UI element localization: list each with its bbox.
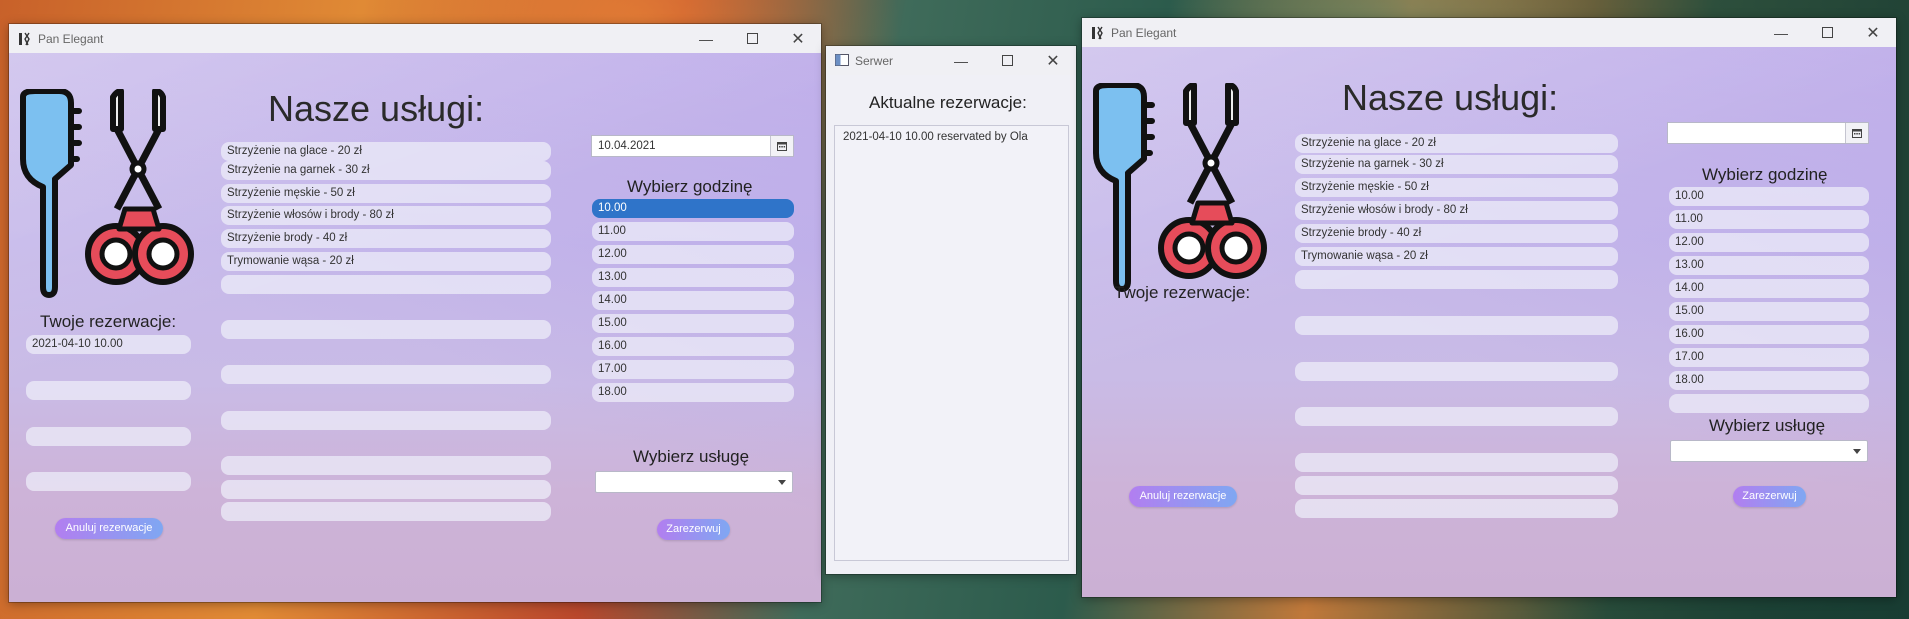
reservation-item-empty[interactable] <box>26 427 191 446</box>
hour-item-empty[interactable] <box>1669 394 1869 413</box>
comb-and-scissors-illustration <box>20 89 194 298</box>
service-item[interactable]: Trymowanie wąsa - 20 zł <box>221 252 551 271</box>
service-item[interactable]: Strzyżenie włosów i brody - 80 zł <box>1295 201 1618 220</box>
reservation-item[interactable]: 2021-04-10 10.00 <box>26 335 191 354</box>
hour-item[interactable]: 18.00 <box>1669 371 1869 390</box>
choose-service-label: Wybierz usługę <box>633 447 750 466</box>
window-app-icon <box>835 53 849 68</box>
service-item-empty[interactable] <box>1295 407 1618 426</box>
server-heading: Aktualne rezerwacje: <box>869 93 1027 112</box>
hour-item[interactable]: 15.00 <box>592 314 794 333</box>
service-item[interactable]: Strzyżenie na garnek - 30 zł <box>221 161 551 180</box>
reservations-label: Twoje rezerwacje: <box>1114 283 1251 302</box>
server-window: Serwer — ✕ Aktualne rezerwacje: 2021-04-… <box>826 46 1076 574</box>
service-item[interactable]: Strzyżenie brody - 40 zł <box>1295 224 1618 243</box>
chevron-down-icon <box>778 480 786 485</box>
cancel-reservation-button[interactable]: Anuluj rezerwacje <box>55 518 163 539</box>
service-item-empty[interactable] <box>1295 476 1618 495</box>
hour-item[interactable]: 14.00 <box>1669 279 1869 298</box>
server-client-area: Aktualne rezerwacje: 2021-04-10 10.00 re… <box>826 75 1076 574</box>
hour-item[interactable]: 14.00 <box>592 291 794 310</box>
hour-item[interactable]: 15.00 <box>1669 302 1869 321</box>
service-item[interactable]: Strzyżenie brody - 40 zł <box>221 229 551 248</box>
hour-item[interactable]: 17.00 <box>1669 348 1869 367</box>
choose-hour-label: Wybierz godzinę <box>627 177 753 196</box>
service-item-empty[interactable] <box>1295 316 1618 335</box>
hour-item[interactable]: 16.00 <box>1669 325 1869 344</box>
hour-item-selected[interactable]: 10.00 <box>592 199 794 218</box>
service-item[interactable]: Strzyżenie na garnek - 30 zł <box>1295 155 1618 174</box>
comb-and-scissors-illustration <box>1093 83 1267 292</box>
maximize-icon[interactable] <box>1804 18 1850 47</box>
hour-item[interactable]: 10.00 <box>1669 187 1869 206</box>
service-item-empty[interactable] <box>221 365 551 384</box>
scissors-comb-icon <box>18 32 32 46</box>
cancel-reservation-button[interactable]: Anuluj rezerwacje <box>1129 486 1237 507</box>
hour-item[interactable]: 13.00 <box>1669 256 1869 275</box>
reservation-item-empty[interactable] <box>26 472 191 491</box>
services-heading: Nasze usługi: <box>268 88 485 129</box>
close-icon[interactable]: ✕ <box>1030 46 1076 75</box>
reserve-button[interactable]: Zarezerwuj <box>657 519 730 540</box>
titlebar[interactable]: Pan Elegant — ✕ <box>9 24 821 53</box>
calendar-icon[interactable] <box>1845 123 1868 143</box>
window-title: Serwer <box>855 53 894 68</box>
service-item[interactable]: Strzyżenie włosów i brody - 80 zł <box>221 206 551 225</box>
titlebar[interactable]: Pan Elegant — ✕ <box>1082 18 1896 47</box>
minimize-icon[interactable]: — <box>1758 18 1804 47</box>
close-icon[interactable]: ✕ <box>775 24 821 53</box>
hour-item[interactable]: 17.00 <box>592 360 794 379</box>
service-item-empty[interactable] <box>221 456 551 475</box>
client-area: Nasze usługi: Strzyżenie na glace - 20 z… <box>1082 47 1896 597</box>
client-window-left: Pan Elegant — ✕ Nasze usługi: Strzyżenie… <box>9 24 821 602</box>
service-item-empty[interactable] <box>221 411 551 430</box>
reservations-label: Twoje rezerwacje: <box>40 312 177 331</box>
reserve-button[interactable]: Zarezerwuj <box>1733 486 1806 507</box>
server-reservations-list[interactable]: 2021-04-10 10.00 reservated by Ola <box>834 125 1069 561</box>
service-item-empty[interactable] <box>1295 499 1618 518</box>
service-item-empty[interactable] <box>221 320 551 339</box>
service-item-empty[interactable] <box>221 502 551 521</box>
service-item-empty[interactable] <box>221 275 551 294</box>
service-item-empty[interactable] <box>221 480 551 499</box>
hour-item[interactable]: 11.00 <box>1669 210 1869 229</box>
service-item-empty[interactable] <box>1295 270 1618 289</box>
date-picker[interactable] <box>1667 122 1869 144</box>
maximize-icon[interactable] <box>729 24 775 53</box>
service-item[interactable]: Trymowanie wąsa - 20 zł <box>1295 247 1618 266</box>
hour-item[interactable]: 12.00 <box>592 245 794 264</box>
service-item[interactable]: Strzyżenie na glace - 20 zł <box>221 142 551 161</box>
titlebar[interactable]: Serwer — ✕ <box>826 46 1076 75</box>
choose-hour-label: Wybierz godzinę <box>1702 165 1828 184</box>
maximize-icon[interactable] <box>984 46 1030 75</box>
service-select[interactable] <box>595 471 793 493</box>
reservation-item-empty[interactable] <box>26 381 191 400</box>
close-icon[interactable]: ✕ <box>1850 18 1896 47</box>
date-picker[interactable]: 10.04.2021 <box>591 135 794 157</box>
scissors-comb-icon <box>1091 26 1105 40</box>
service-select[interactable] <box>1670 440 1868 462</box>
hour-item[interactable]: 16.00 <box>592 337 794 356</box>
chevron-down-icon <box>1853 449 1861 454</box>
hour-item[interactable]: 11.00 <box>592 222 794 241</box>
service-item-empty[interactable] <box>1295 453 1618 472</box>
server-reservation-entry[interactable]: 2021-04-10 10.00 reservated by Ola <box>835 126 1068 143</box>
minimize-icon[interactable]: — <box>938 46 984 75</box>
service-item[interactable]: Strzyżenie męskie - 50 zł <box>1295 178 1618 197</box>
minimize-icon[interactable]: — <box>683 24 729 53</box>
window-title: Pan Elegant <box>1111 25 1177 40</box>
date-value: 10.04.2021 <box>598 140 656 152</box>
client-area: Nasze usługi: Strzyżenie na glace - 20 z… <box>9 53 821 602</box>
hour-item[interactable]: 18.00 <box>592 383 794 402</box>
client-window-right: Pan Elegant — ✕ Nasze usługi: Strzyżenie… <box>1082 18 1896 597</box>
service-item-empty[interactable] <box>1295 362 1618 381</box>
service-item[interactable]: Strzyżenie męskie - 50 zł <box>221 184 551 203</box>
window-title: Pan Elegant <box>38 31 104 46</box>
service-item[interactable]: Strzyżenie na glace - 20 zł <box>1295 134 1618 153</box>
calendar-icon[interactable] <box>770 136 793 156</box>
hour-item[interactable]: 13.00 <box>592 268 794 287</box>
services-heading: Nasze usługi: <box>1342 77 1559 118</box>
choose-service-label: Wybierz usługę <box>1709 416 1826 435</box>
hour-item[interactable]: 12.00 <box>1669 233 1869 252</box>
